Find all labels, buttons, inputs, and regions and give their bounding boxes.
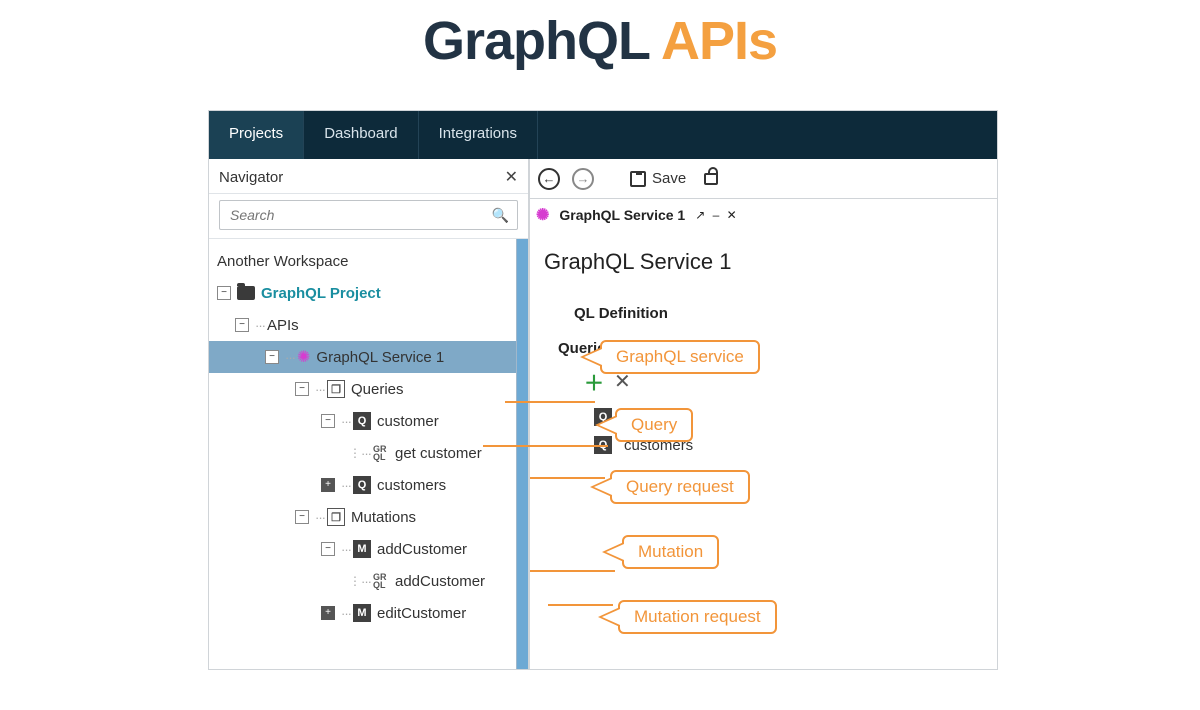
tab-projects[interactable]: Projects	[209, 111, 304, 159]
mutations-label: Mutations	[351, 509, 416, 526]
right-toolbar: ← → Save	[530, 159, 997, 199]
folder-icon	[237, 286, 255, 300]
queries-group-icon: ❐	[327, 380, 345, 398]
callout-connector	[505, 401, 595, 403]
callout-connector	[530, 570, 615, 572]
doc-heading: GraphQL Service 1	[544, 249, 983, 275]
lock-icon[interactable]	[704, 173, 718, 185]
graphql-request-icon: GRQL	[373, 573, 389, 589]
app-window: Projects Dashboard Integrations Navigato…	[208, 110, 998, 670]
query-customer-req-label: get customer	[395, 445, 482, 462]
tab-dashboard[interactable]: Dashboard	[304, 111, 418, 159]
mutation-addcustomer-label: addCustomer	[377, 541, 467, 558]
top-nav: Projects Dashboard Integrations	[209, 111, 997, 159]
mutations-group-icon: ❐	[327, 508, 345, 526]
callout-connector	[548, 604, 613, 606]
callout-query: Query	[615, 408, 693, 442]
callout-mutation-request: Mutation request	[618, 600, 777, 634]
callout-mutation: Mutation	[622, 535, 719, 569]
service-label: GraphQL Service 1	[316, 349, 444, 366]
apis-label: APIs	[267, 317, 299, 334]
right-panel: ← → Save ✺ GraphQL Service 1 ↗ – ✕ Graph…	[529, 159, 997, 669]
callout-query-request: Query request	[610, 470, 750, 504]
collapse-icon[interactable]: −	[321, 542, 335, 556]
graphql-icon: ✺	[297, 347, 310, 367]
expand-icon[interactable]: +	[321, 606, 335, 620]
query-customers-label: customers	[377, 477, 446, 494]
tree: Another Workspace − GraphQL Project − ··…	[209, 239, 516, 669]
project-label: GraphQL Project	[261, 285, 381, 302]
tree-mutation-addcustomer[interactable]: − ··· M addCustomer	[209, 533, 516, 565]
collapse-icon[interactable]: −	[321, 414, 335, 428]
tree-mutation-addcustomer-req[interactable]: ⋮ ··· GRQL addCustomer	[209, 565, 516, 597]
tree-query-customer[interactable]: − ··· Q customer	[209, 405, 516, 437]
tree-mutations[interactable]: − ··· ❐ Mutations	[209, 501, 516, 533]
workspace-label: Another Workspace	[217, 253, 348, 270]
tree-query-customer-req[interactable]: ⋮ ··· GRQL get customer	[209, 437, 516, 469]
title-part-graphql: GraphQL	[423, 11, 661, 71]
definition-label: QL Definition	[574, 305, 983, 322]
save-icon	[630, 171, 646, 187]
collapse-icon[interactable]: −	[295, 382, 309, 396]
save-button[interactable]: Save	[630, 170, 686, 187]
tree-service[interactable]: − ··· ✺ GraphQL Service 1	[209, 341, 516, 373]
query-icon: Q	[353, 476, 371, 494]
mutation-icon: M	[353, 604, 371, 622]
graphql-icon: ✺	[536, 205, 549, 225]
back-icon[interactable]: ←	[538, 168, 560, 190]
collapse-icon[interactable]: −	[235, 318, 249, 332]
forward-icon[interactable]: →	[572, 168, 594, 190]
query-icon: Q	[353, 412, 371, 430]
doc-tab-title: GraphQL Service 1	[559, 207, 685, 223]
title-part-apis: APIs	[661, 11, 777, 71]
search-input[interactable]	[228, 206, 492, 224]
queries-label: Queries	[351, 381, 404, 398]
query-customer-label: customer	[377, 413, 439, 430]
tree-workspace[interactable]: Another Workspace	[209, 245, 516, 277]
mutation-editcustomer-label: editCustomer	[377, 605, 466, 622]
page-title: GraphQL APIs	[0, 10, 1200, 72]
search-box[interactable]: 🔍	[219, 200, 518, 230]
close-icon[interactable]: ✕	[505, 167, 518, 187]
graphql-request-icon: GRQL	[373, 445, 389, 461]
scrollbar[interactable]	[516, 239, 528, 669]
collapse-icon[interactable]: −	[265, 350, 279, 364]
window-controls[interactable]: ↗ – ✕	[695, 208, 738, 222]
doc-tab[interactable]: ✺ GraphQL Service 1 ↗ – ✕	[536, 205, 739, 225]
tab-integrations[interactable]: Integrations	[419, 111, 538, 159]
mutation-addcustomer-req-label: addCustomer	[395, 573, 485, 590]
tree-project[interactable]: − GraphQL Project	[209, 277, 516, 309]
callout-connector	[483, 445, 608, 447]
mutation-icon: M	[353, 540, 371, 558]
collapse-icon[interactable]: −	[217, 286, 231, 300]
navigator-panel: Navigator ✕ 🔍 Another Workspace	[209, 159, 529, 669]
search-icon[interactable]: 🔍	[492, 207, 509, 224]
tree-apis[interactable]: − ··· APIs	[209, 309, 516, 341]
navigator-title: Navigator	[219, 169, 283, 186]
collapse-icon[interactable]: −	[295, 510, 309, 524]
tree-query-customers[interactable]: + ··· Q customers	[209, 469, 516, 501]
tree-queries[interactable]: − ··· ❐ Queries	[209, 373, 516, 405]
callout-graphql-service: GraphQL service	[600, 340, 760, 374]
tree-mutation-editcustomer[interactable]: + ··· M editCustomer	[209, 597, 516, 629]
expand-icon[interactable]: +	[321, 478, 335, 492]
